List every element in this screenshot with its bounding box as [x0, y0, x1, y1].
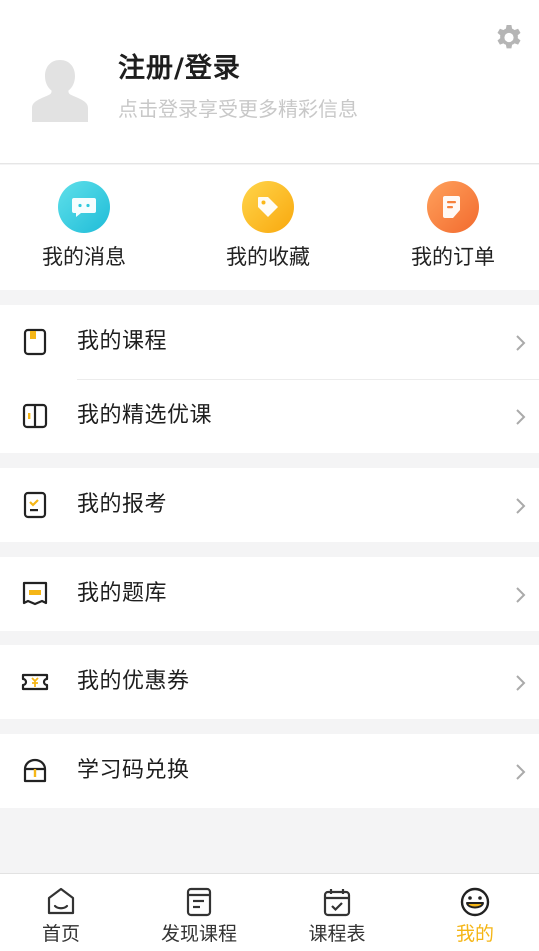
login-title[interactable]: 注册/登录 [118, 50, 241, 88]
menu-item-exam-registration[interactable]: 我的报考 [0, 468, 539, 542]
tab-label: 发现课程 [160, 923, 237, 945]
redeem-bag-icon [23, 758, 47, 783]
login-subtitle: 点击登录享受更多精彩信息 [118, 97, 358, 121]
menu-item-label: 我的报考 [77, 492, 168, 517]
menu-group-exam: 我的报考 [0, 468, 539, 542]
tab-mine[interactable]: 我的 [408, 874, 539, 951]
discover-icon [186, 887, 212, 917]
calendar-icon [323, 889, 351, 917]
menu-item-question-bank[interactable]: 我的题库 [0, 557, 539, 631]
chevron-right-icon [516, 335, 526, 351]
tab-discover-courses[interactable]: 发现课程 [132, 874, 266, 951]
menu-group-redeem: 学习码兑换 [0, 734, 539, 808]
menu-item-label: 学习码兑换 [77, 758, 190, 783]
message-icon [58, 181, 110, 233]
open-book-icon [22, 403, 48, 429]
menu-group-coupons: 我的优惠券 [0, 645, 539, 719]
checklist-icon [23, 491, 47, 519]
menu-item-label: 我的优惠券 [77, 669, 190, 694]
tab-label: 课程表 [308, 923, 366, 945]
chevron-right-icon [516, 675, 526, 691]
tab-home[interactable]: 首页 [0, 874, 128, 951]
tab-label: 我的 [455, 923, 494, 945]
my-orders-label: 我的订单 [411, 245, 495, 269]
default-avatar-icon[interactable] [28, 56, 92, 124]
tag-icon [242, 181, 294, 233]
menu-item-label: 我的题库 [77, 581, 168, 606]
home-icon [47, 887, 75, 915]
chevron-right-icon [516, 587, 526, 603]
chevron-right-icon [516, 409, 526, 425]
menu-item-my-courses[interactable]: 我的课程 [0, 305, 539, 379]
my-messages-button[interactable]: 我的消息 [9, 181, 159, 281]
menu-item-label: 我的课程 [77, 329, 168, 354]
my-messages-label: 我的消息 [42, 245, 126, 269]
question-bank-icon [22, 581, 48, 606]
bottom-tab-bar: 首页 发现课程 课程表 我的 [0, 873, 539, 951]
menu-group-courses: 我的课程 我的精选优课 [0, 305, 539, 453]
book-icon [23, 328, 47, 356]
menu-item-coupons[interactable]: 我的优惠券 [0, 645, 539, 719]
chevron-right-icon [516, 764, 526, 780]
profile-header: 注册/登录 点击登录享受更多精彩信息 [0, 0, 539, 164]
gear-icon[interactable] [493, 22, 525, 54]
tab-schedule[interactable]: 课程表 [270, 874, 404, 951]
coupon-icon [21, 673, 49, 691]
menu-item-featured-courses[interactable]: 我的精选优课 [0, 379, 539, 453]
my-orders-button[interactable]: 我的订单 [378, 181, 528, 281]
chevron-right-icon [516, 498, 526, 514]
smile-icon [460, 887, 490, 917]
menu-item-label: 我的精选优课 [77, 403, 213, 428]
tab-label: 首页 [41, 923, 80, 945]
my-favorites-button[interactable]: 我的收藏 [193, 181, 343, 281]
my-favorites-label: 我的收藏 [226, 245, 310, 269]
menu-group-question-bank: 我的题库 [0, 557, 539, 631]
order-icon [427, 181, 479, 233]
quick-actions: 我的消息 我的收藏 我的订单 [0, 165, 539, 290]
menu-item-redeem-code[interactable]: 学习码兑换 [0, 734, 539, 808]
